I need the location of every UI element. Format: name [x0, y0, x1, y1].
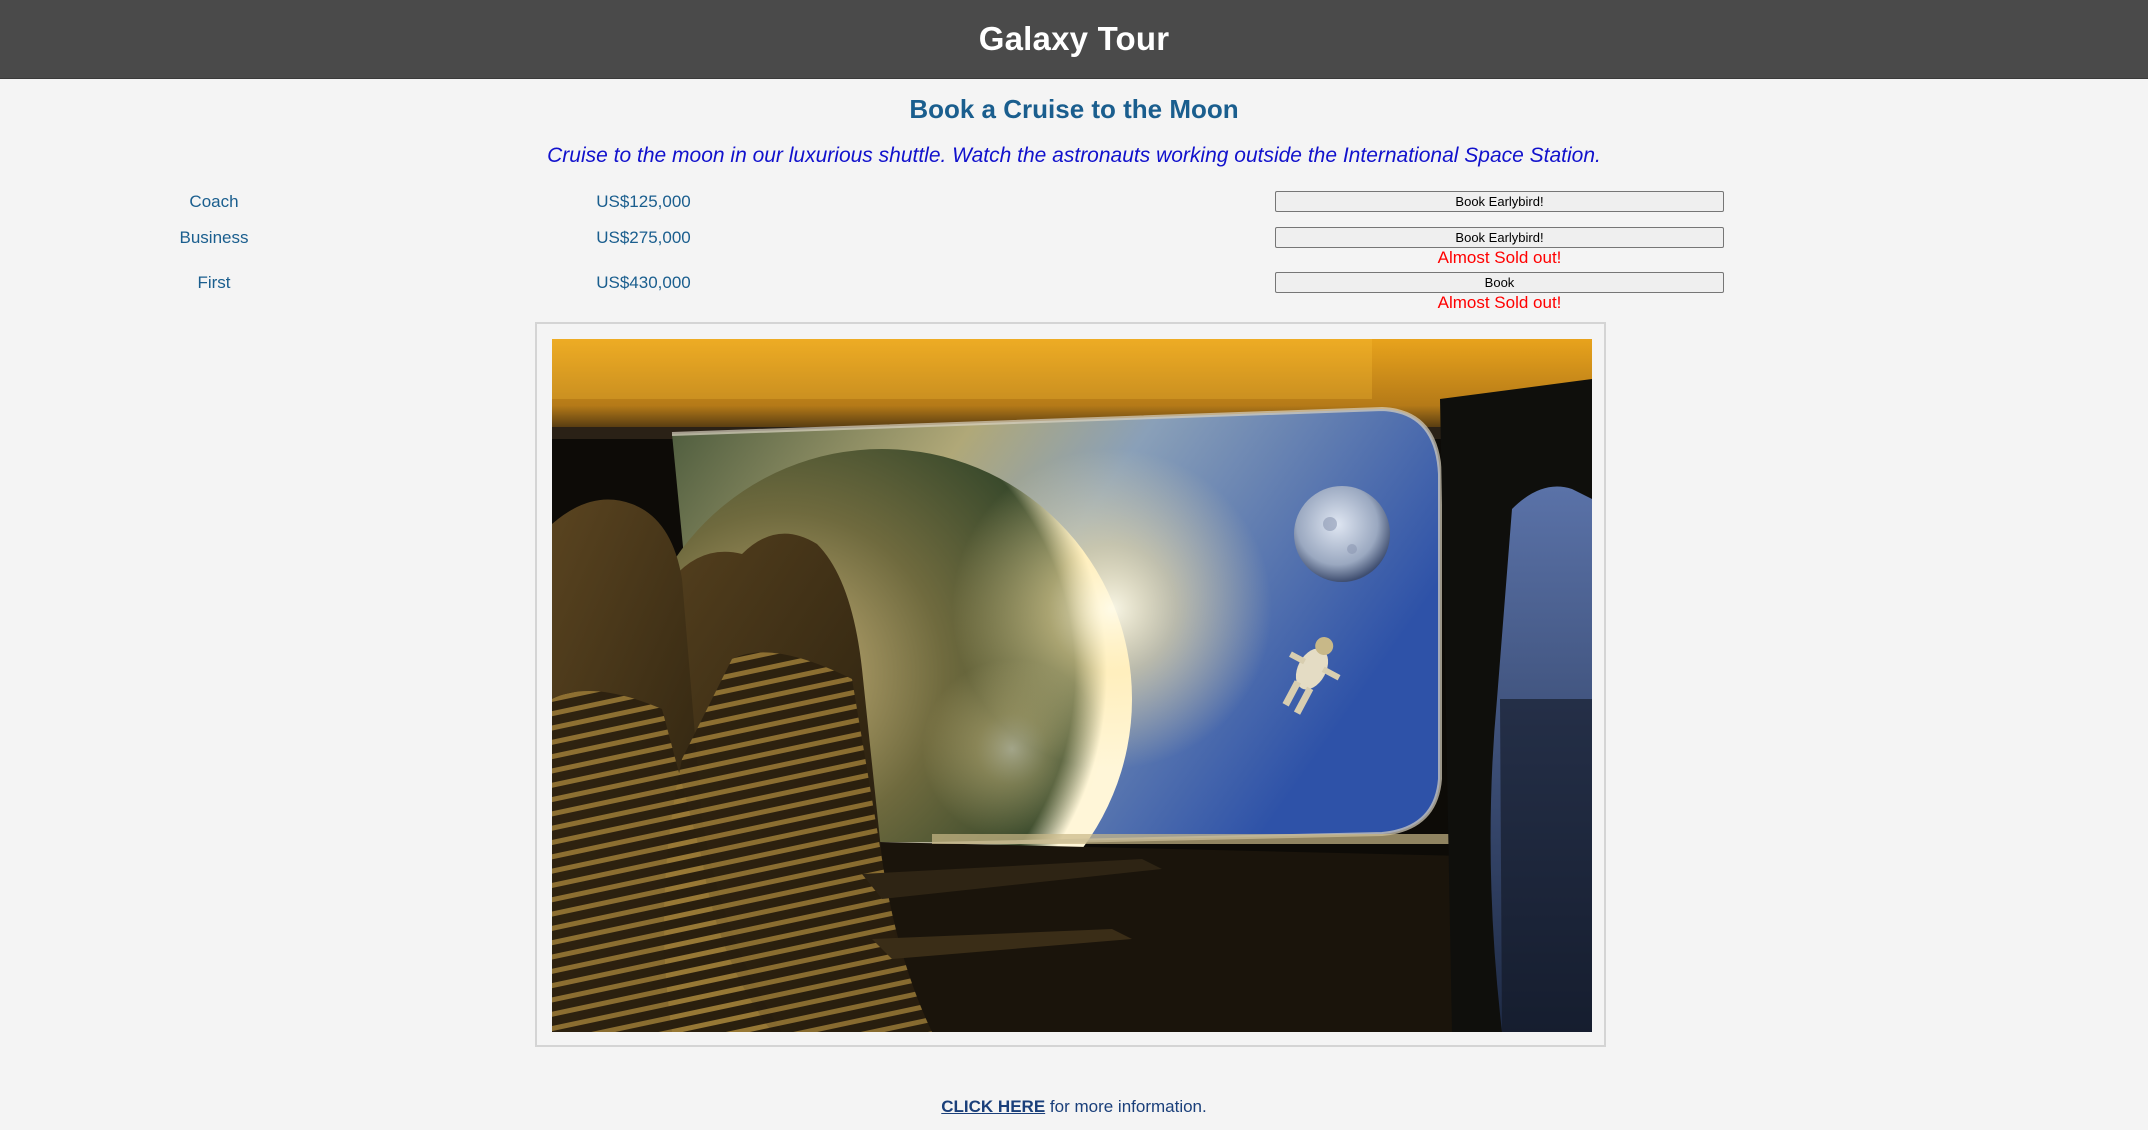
almost-sold-out-note: Almost Sold out!: [1437, 293, 1562, 312]
site-title: Galaxy Tour: [978, 20, 1170, 57]
fare-class-label: First: [197, 273, 231, 292]
fare-action: Book Almost Sold out!: [1275, 272, 1724, 313]
fare-class-label: Business: [179, 228, 249, 247]
fare-class-label: Coach: [189, 192, 239, 211]
fare-price: US$125,000: [596, 192, 691, 211]
page-tagline: Cruise to the moon in our luxurious shut…: [547, 144, 1601, 167]
book-first-button[interactable]: Book: [1275, 272, 1724, 293]
footer-info: CLICK HERE for more information.: [0, 1097, 2148, 1117]
fare-price: US$275,000: [596, 228, 691, 247]
fare-action: Book Earlybird! Almost Sold out!: [1275, 227, 1724, 268]
book-earlybird-business-button[interactable]: Book Earlybird!: [1275, 227, 1724, 248]
fare-price: US$430,000: [596, 273, 691, 292]
fare-action: Book Earlybird!: [1275, 191, 1724, 212]
shuttle-photo-frame: [535, 322, 1606, 1047]
page-title: Book a Cruise to the Moon: [909, 94, 1239, 124]
almost-sold-out-note: Almost Sold out!: [1437, 248, 1562, 267]
shuttle-cabin-photo: [552, 339, 1592, 1032]
site-header: Galaxy Tour: [0, 0, 2148, 79]
footer-suffix: for more information.: [1045, 1097, 1207, 1116]
click-here-link[interactable]: CLICK HERE: [941, 1097, 1045, 1116]
book-earlybird-coach-button[interactable]: Book Earlybird!: [1275, 191, 1724, 212]
